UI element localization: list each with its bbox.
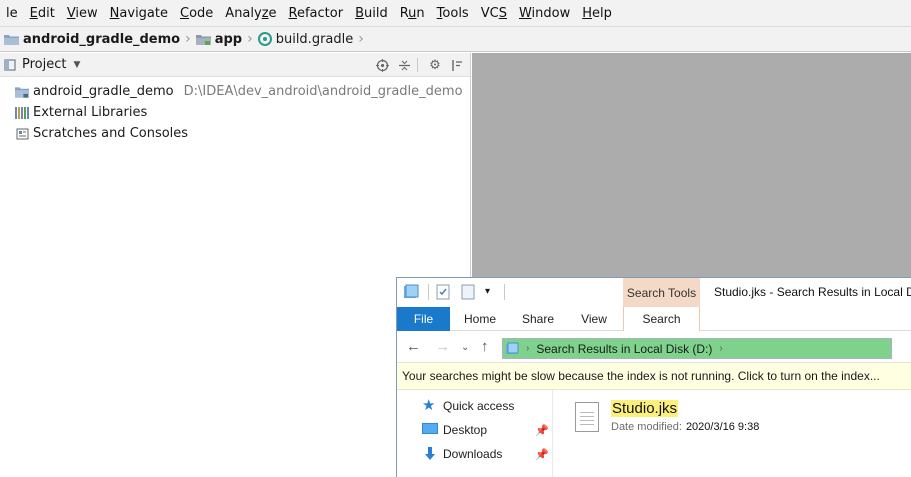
breadcrumb-file-label: build.gradle [275,31,354,47]
toolbar-separator [428,284,429,300]
chevron-right-icon: › [185,31,191,47]
ribbon-tabs: File Home Share View Search [397,307,911,331]
menu-refactor[interactable]: Refactor [289,6,344,21]
chevron-right-icon[interactable]: › [719,343,722,354]
project-view-icon [4,58,16,71]
collapse-all-icon[interactable] [395,56,413,74]
chevron-down-icon[interactable]: ▼ [73,60,80,70]
tab-file[interactable]: File [397,307,450,331]
document-icon [575,402,599,432]
index-info-bar[interactable]: Your searches might be slow because the … [397,363,911,390]
date-value: 2020/3/16 9:38 [685,421,760,433]
up-arrow-icon[interactable]: ↑ [481,338,489,355]
tree-item-external-libraries[interactable]: External Libraries [0,102,470,123]
window-title: Studio.jks - Search Results in Local Dis… [714,285,911,299]
folder-icon [15,85,29,99]
menu-view[interactable]: View [67,6,98,21]
menu-vcs[interactable]: VCS [481,6,507,21]
scratches-icon [15,127,29,141]
menu-window[interactable]: Window [519,6,570,21]
breadcrumb-file[interactable]: build.gradle › [257,31,369,47]
download-icon [422,446,438,462]
explorer-title-bar: ▾ Search Tools Studio.jks - Search Resul… [397,278,911,307]
tab-share[interactable]: Share [513,307,563,331]
tree-item-label: External Libraries [33,105,148,120]
gear-icon[interactable]: ⚙ [426,56,444,74]
explorer-body: ★ Quick access Desktop 📌 Downloads 📌 Stu… [397,390,911,477]
forward-arrow-icon[interactable]: → [435,338,450,355]
properties-icon[interactable] [435,284,451,300]
menu-help[interactable]: Help [582,6,612,21]
tab-view[interactable]: View [569,307,619,331]
desktop-icon [422,422,438,438]
toolbar-separator [417,58,418,72]
breadcrumb-project[interactable]: android_gradle_demo › [4,31,196,47]
recent-locations-icon[interactable]: ⌄ [461,342,469,353]
back-arrow-icon[interactable]: ← [406,338,421,355]
tree-item-path: D:\IDEA\dev_android\android_gradle_demo [183,84,463,99]
explorer-folder-icon [403,284,419,300]
project-tree: android_gradle_demo D:\IDEA\dev_android\… [0,77,470,144]
menu-edit[interactable]: Edit [30,6,55,21]
ide-menu-bar: le Edit View Navigate Code Analyze Refac… [0,0,911,27]
project-view-selector[interactable]: Project [22,57,66,72]
nav-downloads[interactable]: Downloads 📌 [422,446,549,462]
new-folder-icon[interactable] [460,284,476,300]
pin-icon[interactable]: 📌 [535,448,549,461]
search-result-item[interactable]: Studio.jks Date modified: 2020/3/16 9:38 [575,400,759,433]
star-icon: ★ [422,397,436,414]
file-explorer-window: ▾ Search Tools Studio.jks - Search Resul… [396,277,911,477]
chevron-right-icon: › [526,343,530,354]
address-bar[interactable]: › Search Results in Local Disk (D:) › [502,338,892,359]
quick-access-toolbar: ▾ [403,284,505,300]
libraries-icon [15,106,29,120]
result-file-name: Studio.jks [611,400,679,417]
tree-item-scratches[interactable]: Scratches and Consoles [0,123,470,144]
gradle-file-icon [257,32,272,46]
breadcrumb-project-label: android_gradle_demo [23,31,181,47]
menu-code[interactable]: Code [180,6,213,21]
address-path: Search Results in Local Disk (D:) [536,341,713,356]
chevron-right-icon: › [247,31,253,47]
menu-run[interactable]: Run [400,6,425,21]
breadcrumb-module[interactable]: app › [195,31,258,47]
locate-file-icon[interactable] [373,56,391,74]
navigation-pane: ★ Quick access Desktop 📌 Downloads 📌 [397,390,553,477]
nav-label: Quick access [443,399,515,413]
nav-label: Desktop [443,423,488,437]
tree-item-label: Scratches and Consoles [33,126,189,141]
nav-quick-access[interactable]: ★ Quick access [422,398,514,414]
search-results-icon [506,342,519,354]
breadcrumb-module-label: app [214,31,243,47]
tree-item-project-root[interactable]: android_gradle_demo D:\IDEA\dev_android\… [0,81,470,102]
project-pane-toolbar: ⚙ [369,56,466,74]
folder-icon [4,34,19,45]
nav-desktop[interactable]: Desktop 📌 [422,422,549,438]
breadcrumb: android_gradle_demo › app › build.gradle… [0,27,911,52]
nav-label: Downloads [443,447,503,461]
hide-panel-icon[interactable] [448,56,466,74]
toolbar-separator [504,284,505,300]
chevron-right-icon: › [358,31,364,47]
menu-tools[interactable]: Tools [437,6,469,21]
menu-analyze[interactable]: Analyze [225,6,276,21]
result-date-modified: Date modified: 2020/3/16 9:38 [611,421,759,433]
search-tools-context-tab: Search Tools [623,278,700,307]
customize-toolbar-icon[interactable]: ▾ [485,284,495,300]
date-label: Date modified: [611,421,682,433]
address-bar-row: ← → ⌄ ↑ › Search Results in Local Disk (… [397,331,911,363]
pin-icon[interactable]: 📌 [535,424,549,437]
tab-home[interactable]: Home [455,307,505,331]
menu-build[interactable]: Build [355,6,388,21]
menu-file[interactable]: le [6,6,18,21]
module-folder-icon [195,34,211,45]
tab-search[interactable]: Search [623,307,700,331]
menu-navigate[interactable]: Navigate [110,6,168,21]
tree-item-label: android_gradle_demo [33,84,174,99]
project-pane-header: Project ▼ ⚙ [0,53,470,77]
